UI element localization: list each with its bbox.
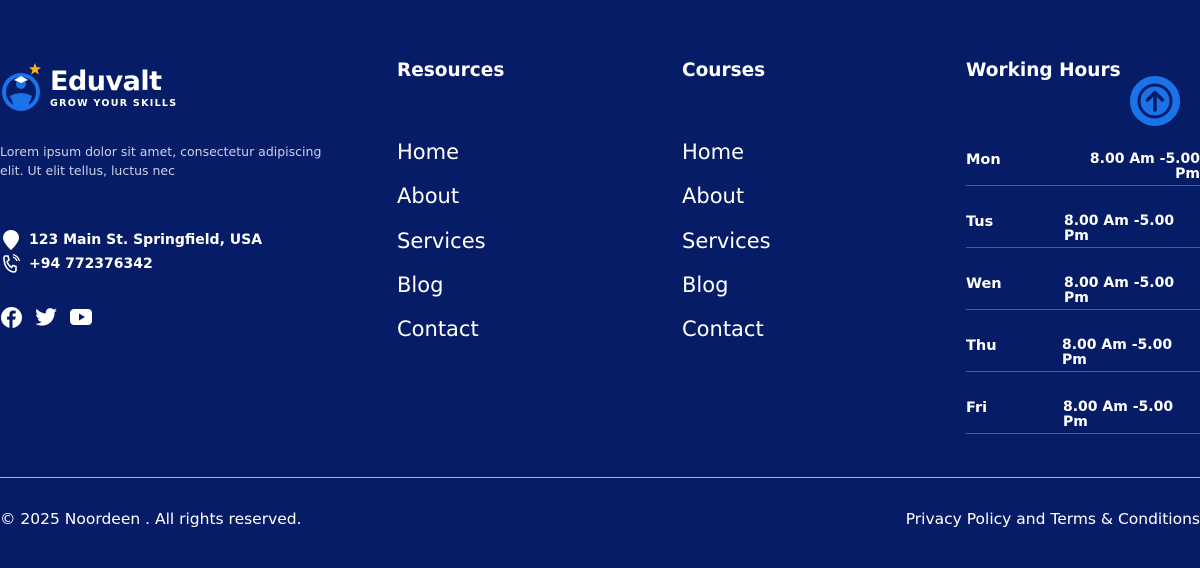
phone-row[interactable]: +94 772376342 (0, 252, 345, 276)
table-row: Fri 8.00 Am -5.00 Pm (966, 372, 1200, 434)
list-item[interactable]: Services (682, 229, 771, 273)
list-item[interactable]: About (397, 184, 504, 228)
facebook-icon[interactable] (0, 306, 22, 328)
logo[interactable]: Eduvalt GROW YOUR SKILLS (0, 60, 345, 116)
brand-column: Eduvalt GROW YOUR SKILLS Lorem ipsum dol… (0, 60, 345, 328)
list-item[interactable]: Blog (682, 273, 771, 317)
privacy-terms-link[interactable]: Privacy Policy and Terms & Conditions (906, 510, 1200, 528)
contact-info: 123 Main St. Springfield, USA +94 772376… (0, 228, 345, 276)
resources-link-contact[interactable]: Contact (397, 317, 479, 341)
courses-link-services[interactable]: Services (682, 229, 771, 253)
phone-icon (0, 254, 22, 274)
table-row: Thu 8.00 Am -5.00 Pm (966, 310, 1200, 372)
resources-link-about[interactable]: About (397, 184, 459, 208)
list-item[interactable]: Home (682, 140, 771, 184)
address-text: 123 Main St. Springfield, USA (29, 232, 263, 248)
brand-name: Eduvalt (50, 66, 162, 97)
phone-text: +94 772376342 (29, 256, 153, 272)
hours-day: Wen (966, 276, 1002, 292)
courses-column: Courses Home About Services Blog Contact (682, 58, 771, 361)
list-item[interactable]: Contact (397, 317, 504, 361)
table-row: Wen 8.00 Am -5.00 Pm (966, 248, 1200, 310)
courses-title: Courses (682, 60, 766, 81)
resources-link-blog[interactable]: Blog (397, 273, 443, 297)
map-pin-icon (0, 230, 22, 250)
table-row: Tus 8.00 Am -5.00 Pm (966, 186, 1200, 248)
list-item[interactable]: Contact (682, 317, 771, 361)
resources-link-home[interactable]: Home (397, 140, 459, 164)
resources-links: Home About Services Blog Contact (397, 140, 504, 361)
hours-day: Thu (966, 338, 997, 354)
courses-link-blog[interactable]: Blog (682, 273, 728, 297)
youtube-icon[interactable] (70, 306, 92, 328)
list-item[interactable]: Home (397, 140, 504, 184)
hours-time: 8.00 Am -5.00 Pm (1063, 399, 1174, 430)
resources-link-services[interactable]: Services (397, 229, 486, 253)
footer-divider (0, 477, 1200, 478)
hours-day: Fri (966, 400, 988, 416)
address-row: 123 Main St. Springfield, USA (0, 228, 345, 252)
twitter-icon[interactable] (35, 306, 57, 328)
resources-column: Resources Home About Services Blog Conta… (397, 58, 504, 361)
hours-time: 8.00 Am -5.00 Pm (1064, 275, 1175, 306)
brand-description: Lorem ipsum dolor sit amet, consectetur … (0, 144, 322, 178)
courses-links: Home About Services Blog Contact (682, 140, 771, 361)
hours-day: Mon (966, 152, 1001, 168)
hours-time: 8.00 Am -5.00 Pm (1089, 151, 1200, 182)
courses-link-about[interactable]: About (682, 184, 744, 208)
resources-title: Resources (397, 60, 505, 81)
working-hours-list: Mon 8.00 Am -5.00 Pm Tus 8.00 Am -5.00 P… (966, 124, 1200, 434)
list-item[interactable]: About (682, 184, 771, 228)
list-item[interactable]: Blog (397, 273, 504, 317)
table-row: Mon 8.00 Am -5.00 Pm (966, 124, 1200, 186)
courses-link-contact[interactable]: Contact (682, 317, 764, 341)
copyright-text: © 2025 Noordeen . All rights reserved. (0, 510, 302, 528)
hours-day: Tus (966, 214, 994, 230)
logo-icon (0, 60, 44, 116)
hours-time: 8.00 Am -5.00 Pm (1062, 337, 1173, 368)
brand-tagline: GROW YOUR SKILLS (50, 98, 178, 109)
list-item[interactable]: Services (397, 229, 504, 273)
social-links (0, 306, 345, 328)
scroll-to-top-button[interactable] (1130, 76, 1180, 126)
courses-link-home[interactable]: Home (682, 140, 744, 164)
arrow-up-icon (1137, 83, 1173, 119)
footer-top: Eduvalt GROW YOUR SKILLS Lorem ipsum dol… (0, 0, 1200, 478)
hours-time: 8.00 Am -5.00 Pm (1064, 213, 1175, 244)
